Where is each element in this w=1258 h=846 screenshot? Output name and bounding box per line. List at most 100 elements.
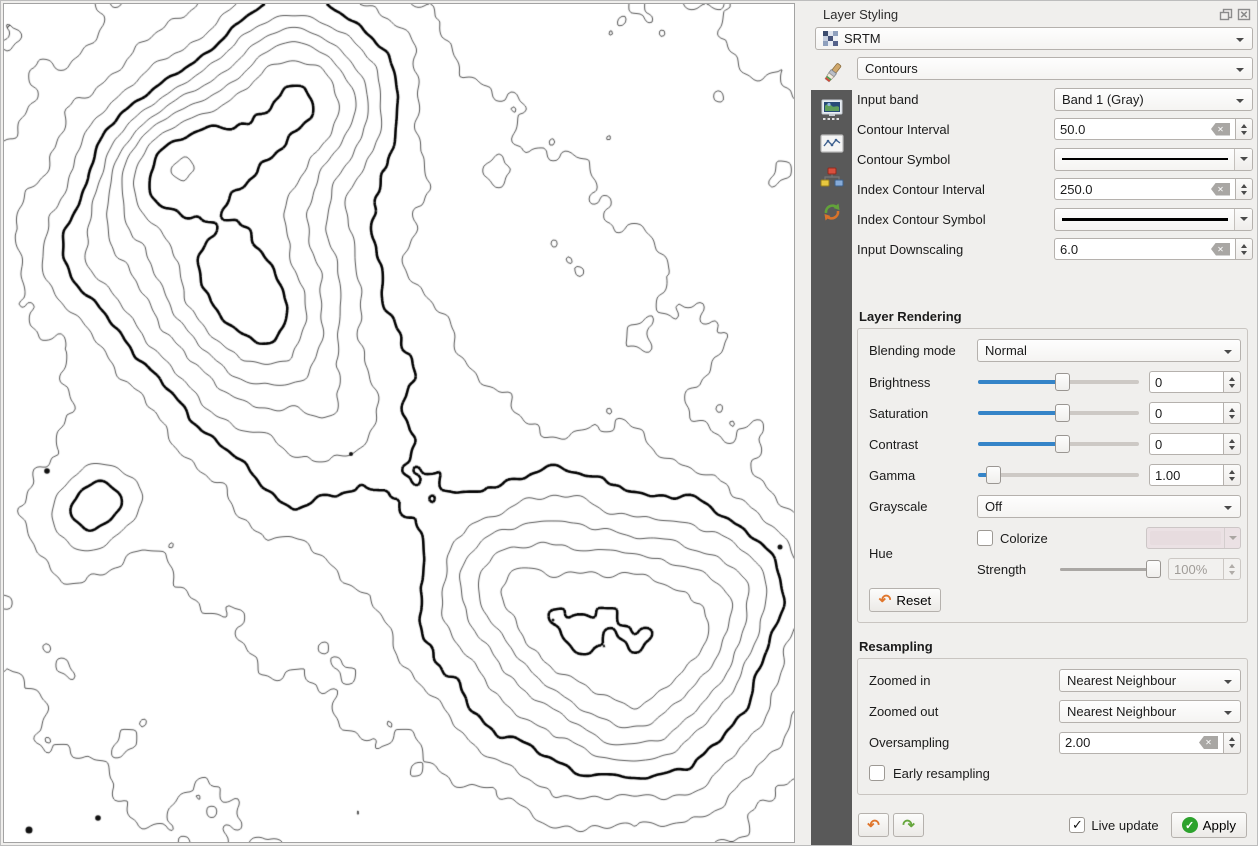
renderer-value: Contours <box>865 61 918 76</box>
dropdown-arrow-icon <box>1236 38 1244 42</box>
contour-symbol-label: Contour Symbol <box>857 152 1054 167</box>
line-chart-icon <box>820 133 844 155</box>
blending-mode-value: Normal <box>985 343 1027 358</box>
gamma-spinbox[interactable]: 1.00 <box>1149 464 1241 486</box>
slider-thumb[interactable] <box>1055 404 1070 422</box>
clear-value-icon[interactable]: ✕ <box>1211 183 1230 196</box>
reset-arrow-icon: ↶ <box>879 593 892 608</box>
reset-button[interactable]: ↶ Reset <box>869 588 941 612</box>
dropdown-arrow-icon <box>1229 536 1237 540</box>
close-icon <box>1237 8 1251 21</box>
apply-button[interactable]: ✓ Apply <box>1171 812 1247 838</box>
strength-label: Strength <box>977 562 1059 577</box>
spin-buttons[interactable] <box>1223 371 1241 393</box>
live-update-checkbox[interactable]: ✓ <box>1069 817 1085 833</box>
close-panel-button[interactable] <box>1237 8 1251 21</box>
oversampling-spinbox[interactable]: 2.00 ✕ <box>1059 732 1241 754</box>
colorize-color-button[interactable] <box>1146 527 1241 549</box>
strength-value: 100% <box>1174 562 1218 577</box>
spin-buttons[interactable] <box>1223 464 1241 486</box>
input-band-combo[interactable]: Band 1 (Gray) <box>1054 88 1253 111</box>
history-arrows-icon <box>820 200 844 224</box>
grayscale-combo[interactable]: Off <box>977 495 1241 518</box>
tab-transparency[interactable] <box>811 93 852 127</box>
contrast-spinbox[interactable]: 0 <box>1149 433 1241 455</box>
layer-rendering-group: Blending mode Normal Brightness 0 <box>857 328 1248 623</box>
saturation-slider[interactable] <box>977 402 1140 424</box>
dropdown-arrow-icon <box>1240 217 1248 221</box>
gamma-label: Gamma <box>869 468 977 483</box>
contrast-label: Contrast <box>869 437 977 452</box>
undo-icon: ↶ <box>867 818 880 833</box>
apply-label: Apply <box>1203 818 1236 833</box>
brightness-slider[interactable] <box>977 371 1140 393</box>
dropdown-arrow-icon <box>1224 711 1232 715</box>
index-contour-symbol-button[interactable] <box>1054 208 1253 231</box>
zoomed-out-value: Nearest Neighbour <box>1067 704 1176 719</box>
slider-thumb <box>1146 560 1161 578</box>
thin-line-preview <box>1062 158 1228 160</box>
tab-symbology[interactable] <box>811 57 852 90</box>
saturation-spinbox[interactable]: 0 <box>1149 402 1241 424</box>
gamma-slider[interactable] <box>977 464 1140 486</box>
hue-label: Hue <box>869 527 977 580</box>
saturation-value: 0 <box>1155 406 1218 421</box>
spin-buttons[interactable] <box>1235 178 1253 200</box>
tab-attribute-table[interactable] <box>811 161 852 195</box>
spin-down-icon <box>1241 191 1247 195</box>
layer-styling-panel: Layer Styling <box>811 1 1258 846</box>
spin-buttons[interactable] <box>1235 118 1253 140</box>
map-canvas[interactable] <box>3 3 795 843</box>
zoomed-in-combo[interactable]: Nearest Neighbour <box>1059 669 1241 692</box>
spin-buttons[interactable] <box>1223 402 1241 424</box>
clear-value-icon[interactable]: ✕ <box>1211 123 1230 136</box>
early-resampling-checkbox[interactable]: ✓ <box>869 765 885 781</box>
index-contour-interval-spinbox[interactable]: 250.0 ✕ <box>1054 178 1253 200</box>
symbol-dropdown-button[interactable] <box>1234 209 1252 230</box>
undo-style-button[interactable]: ↶ <box>858 813 889 837</box>
symbol-dropdown-button[interactable] <box>1234 149 1252 170</box>
slider-thumb[interactable] <box>1055 373 1070 391</box>
zoomed-out-combo[interactable]: Nearest Neighbour <box>1059 700 1241 723</box>
contour-symbol-button[interactable] <box>1054 148 1253 171</box>
dropdown-arrow-icon <box>1224 680 1232 684</box>
colorize-checkbox[interactable]: ✓ <box>977 530 993 546</box>
input-downscaling-label: Input Downscaling <box>857 242 1054 257</box>
slider-thumb[interactable] <box>986 466 1001 484</box>
renderer-combo[interactable]: Contours <box>857 57 1253 80</box>
tab-history[interactable] <box>811 195 852 229</box>
brightness-spinbox[interactable]: 0 <box>1149 371 1241 393</box>
index-contour-interval-label: Index Contour Interval <box>857 182 1054 197</box>
brightness-label: Brightness <box>869 375 977 390</box>
grayscale-value: Off <box>985 499 1002 514</box>
contour-interval-spinbox[interactable]: 50.0 ✕ <box>1054 118 1253 140</box>
contrast-value: 0 <box>1155 437 1218 452</box>
redo-icon: ↷ <box>902 818 915 833</box>
contrast-slider[interactable] <box>977 433 1140 455</box>
clear-value-icon[interactable]: ✕ <box>1211 243 1230 256</box>
reset-label: Reset <box>896 593 931 608</box>
dropdown-arrow-icon <box>1224 506 1232 510</box>
input-downscaling-spinbox[interactable]: 6.0 ✕ <box>1054 238 1253 260</box>
blending-mode-combo[interactable]: Normal <box>977 339 1241 362</box>
apply-check-icon: ✓ <box>1182 817 1198 833</box>
clear-value-icon[interactable]: ✕ <box>1199 736 1218 749</box>
layer-selector-combo[interactable]: SRTM <box>815 27 1253 50</box>
strength-spinbox: 100% <box>1168 558 1241 580</box>
strength-slider <box>1059 558 1160 580</box>
tab-histogram[interactable] <box>811 127 852 161</box>
redo-style-button[interactable]: ↷ <box>893 813 924 837</box>
spin-buttons[interactable] <box>1223 732 1241 754</box>
org-chart-icon <box>820 167 844 189</box>
slider-thumb[interactable] <box>1055 435 1070 453</box>
color-dropdown-button[interactable] <box>1224 528 1240 548</box>
spin-buttons[interactable] <box>1223 433 1241 455</box>
oversampling-label: Oversampling <box>869 735 1059 750</box>
resampling-group: Zoomed in Nearest Neighbour Zoomed out N… <box>857 658 1248 795</box>
oversampling-value: 2.00 <box>1065 735 1199 750</box>
float-panel-button[interactable] <box>1219 8 1233 21</box>
gamma-value: 1.00 <box>1155 468 1218 483</box>
spin-buttons[interactable] <box>1235 238 1253 260</box>
layer-selector-value: SRTM <box>844 31 881 46</box>
raster-layer-icon <box>823 31 838 46</box>
